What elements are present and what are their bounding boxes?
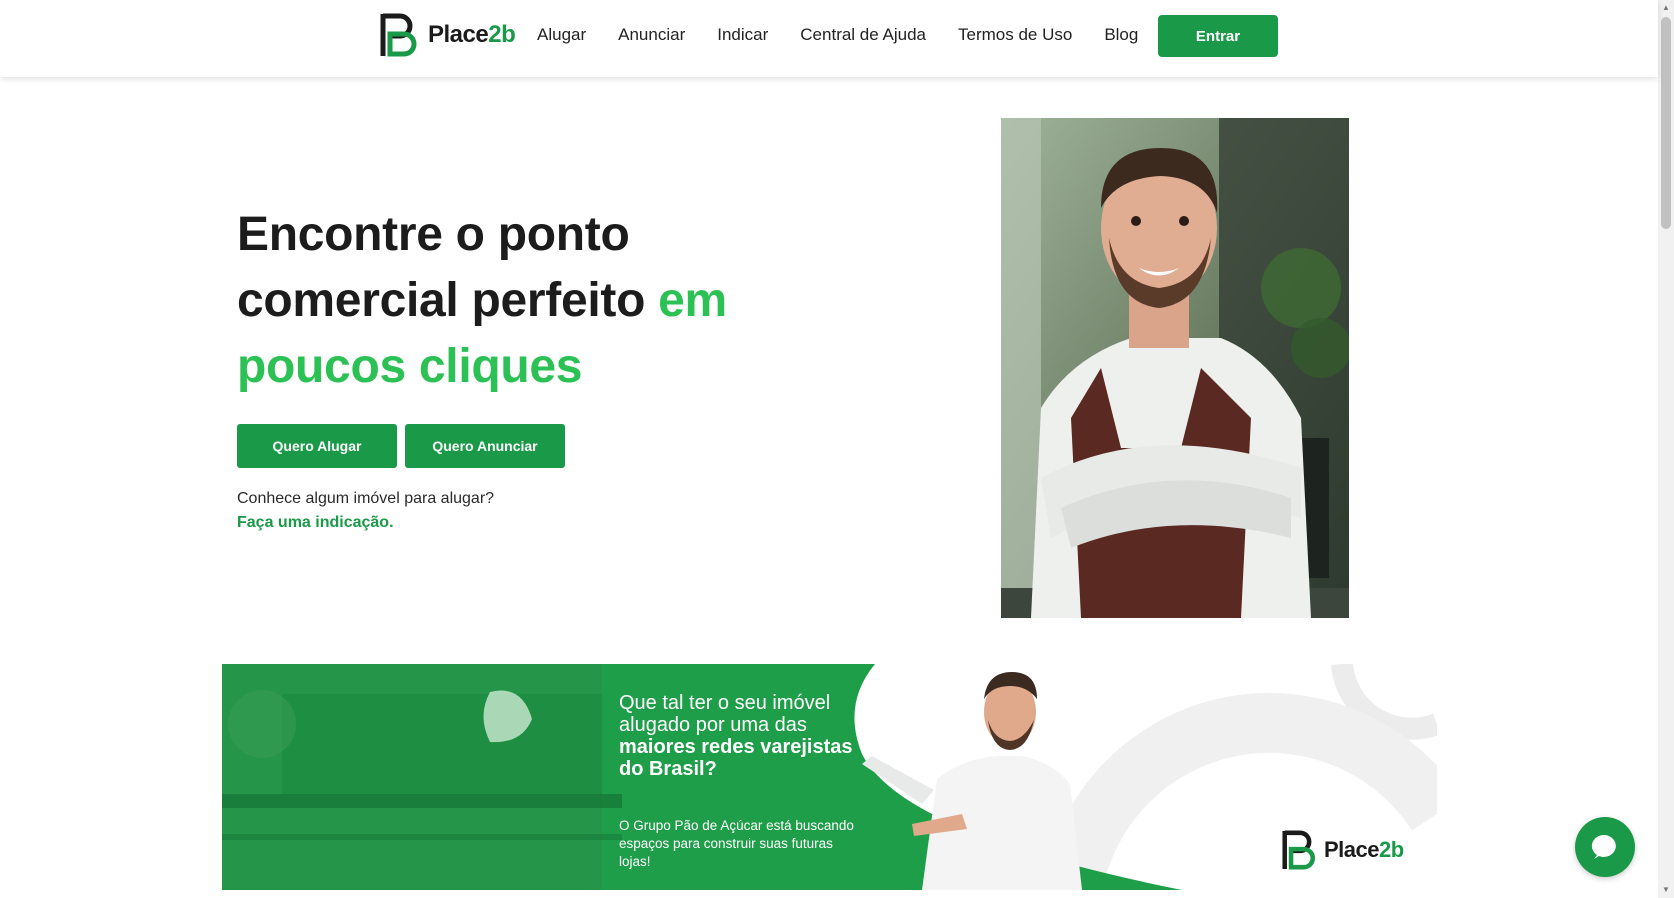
nav-link-anunciar[interactable]: Anunciar <box>618 25 685 45</box>
nav-link-termos-de-uso[interactable]: Termos de Uso <box>958 25 1072 45</box>
scroll-down-arrow-icon[interactable]: ▼ <box>1658 882 1674 898</box>
banner-subtext: O Grupo Pão de Açúcar está buscando espa… <box>619 818 854 869</box>
hero-actions: Quero Alugar Quero Anunciar <box>237 424 565 468</box>
nav-link-blog[interactable]: Blog <box>1104 25 1138 45</box>
brand-logo[interactable]: Place2b <box>380 12 516 58</box>
banner-brand-logo: Place2b <box>1282 828 1404 872</box>
referral-link[interactable]: Faça uma indicação. <box>237 514 394 532</box>
advertise-button[interactable]: Quero Anunciar <box>405 424 565 468</box>
place2b-logo-icon <box>1282 830 1316 870</box>
chat-bubble-icon <box>1591 834 1616 859</box>
page-scrollbar[interactable]: ▲ ▼ <box>1658 0 1674 898</box>
banner-brand-name: Place2b <box>1324 837 1404 862</box>
main-nav: Alugar Anunciar Indicar Central de Ajuda… <box>537 0 1170 70</box>
site-header: Place2b Alugar Anunciar Indicar Central … <box>0 0 1658 77</box>
rent-button[interactable]: Quero Alugar <box>237 424 397 468</box>
login-button[interactable]: Entrar <box>1158 15 1278 57</box>
hero-photo <box>1001 118 1349 618</box>
hero-title: Encontre o ponto comercial perfeito em p… <box>237 202 837 400</box>
referral-question: Conhece algum imóvel para alugar? <box>237 490 495 507</box>
nav-link-central-de-ajuda[interactable]: Central de Ajuda <box>800 25 926 45</box>
brand-name: Place2b <box>428 21 516 48</box>
scroll-thumb[interactable] <box>1661 17 1671 229</box>
promo-banner[interactable]: Que tal ter o seu imóvel alugado por uma… <box>222 664 1437 890</box>
chat-button[interactable] <box>1575 817 1635 877</box>
scroll-up-arrow-icon[interactable]: ▲ <box>1658 0 1674 16</box>
nav-link-alugar[interactable]: Alugar <box>537 25 586 45</box>
place2b-logo-icon <box>380 13 417 57</box>
banner-headline: Que tal ter o seu imóvel alugado por uma… <box>619 692 853 780</box>
hero-title-line1: Encontre o ponto <box>237 208 630 261</box>
hero-title-line2: comercial perfeito <box>237 274 646 327</box>
nav-link-indicar[interactable]: Indicar <box>717 25 768 45</box>
